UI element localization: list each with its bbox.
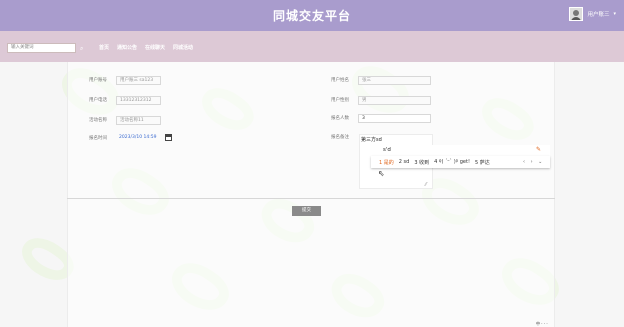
resize-handle-icon[interactable]: ⁄⁄ [425, 182, 427, 188]
note-label: 报名备注 [331, 135, 349, 140]
gender-field[interactable]: 男 [358, 96, 431, 105]
ime-composition: s'd [371, 145, 550, 156]
nav-item-activities[interactable]: 同城活动 [173, 44, 193, 51]
nav-bar [0, 31, 624, 62]
form-divider [67, 198, 555, 199]
main-nav: 首页 通知公告 在线聊天 同城活动 [99, 44, 193, 51]
search-icon[interactable]: ⌕ [80, 45, 83, 53]
search-input[interactable]: 输入关键词 [7, 43, 76, 53]
user-name[interactable]: 用户账三 [587, 10, 609, 18]
mouse-cursor-icon: ⇖ [378, 169, 385, 178]
name-label: 用户姓名 [331, 78, 349, 83]
ime-candidate-3[interactable]: 3 收到 [414, 159, 429, 166]
ime-logo-icon[interactable]: ✎ [536, 146, 541, 153]
activity-label: 活动名称 [89, 118, 107, 123]
note-text: 第三方sd [361, 137, 382, 143]
nav-item-notices[interactable]: 通知公告 [117, 44, 137, 51]
ime-page-nav[interactable]: ‹ › ⌄ [523, 159, 544, 165]
ime-candidate-2[interactable]: 2 sd [399, 159, 410, 165]
count-label: 报名人数 [331, 116, 349, 121]
taskbar-tray: 中 · · · [536, 321, 548, 326]
ime-candidate-1[interactable]: 1 是的 [379, 159, 394, 166]
ime-candidate-4[interactable]: 4 ୧( ˊᵕˋ )୨ get! [434, 159, 470, 165]
chevron-down-icon[interactable]: ▾ [613, 11, 616, 17]
gender-label: 用户性别 [331, 98, 349, 103]
nav-item-home[interactable]: 首页 [99, 44, 109, 51]
ime-candidate-5[interactable]: 5 萨达 [475, 159, 490, 166]
phone-field[interactable]: 13312312312 [116, 96, 161, 105]
avatar[interactable] [569, 7, 584, 21]
nav-item-chat[interactable]: 在线聊天 [145, 44, 165, 51]
count-field[interactable]: 3 [358, 114, 431, 123]
account-field[interactable]: 用户账三 sa123 [116, 76, 161, 85]
calendar-icon[interactable] [165, 134, 172, 141]
submit-button[interactable]: 提交 [292, 206, 321, 216]
activity-field[interactable]: 活动名称11 [116, 116, 161, 125]
phone-label: 用户电话 [89, 98, 107, 103]
user-menu[interactable]: 用户账三 ▾ [569, 6, 616, 22]
name-field[interactable]: 张三 [358, 76, 431, 85]
account-label: 用户账号 [89, 78, 107, 83]
site-title: 同城交友平台 [272, 9, 351, 23]
time-label: 报名时间 [89, 136, 107, 141]
time-field[interactable]: 2023/3/10 14:59 [119, 135, 156, 140]
